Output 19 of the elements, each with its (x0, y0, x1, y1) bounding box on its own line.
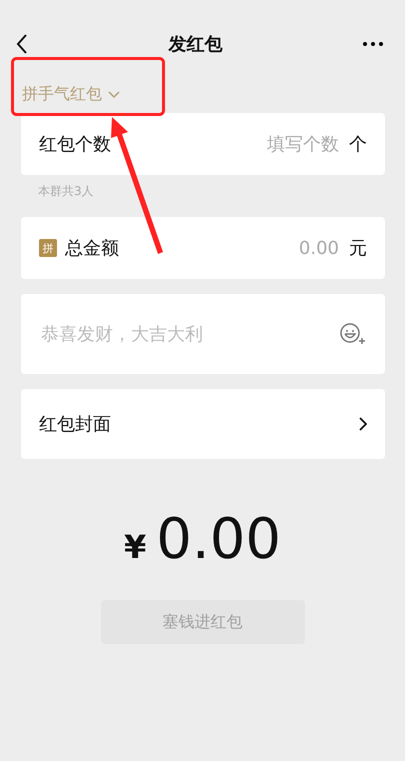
page-title: 发红包 (168, 33, 222, 56)
back-icon[interactable] (16, 34, 28, 54)
chevron-right-icon (359, 417, 367, 431)
count-input[interactable]: 填写个数 (247, 132, 341, 156)
chevron-down-icon (108, 90, 120, 98)
emoji-icon[interactable] (339, 322, 367, 346)
cover-row[interactable]: 红包封面 (21, 389, 385, 459)
packet-type-selector[interactable]: 拼手气红包 (22, 84, 120, 105)
count-unit: 个 (349, 133, 367, 156)
more-icon[interactable] (363, 42, 383, 46)
amount-label: 总金额 (65, 237, 120, 260)
count-label: 红包个数 (39, 133, 112, 156)
total-amount: 0.00 (156, 507, 281, 572)
amount-unit: 元 (349, 237, 367, 260)
lucky-badge: 拼 (39, 239, 57, 257)
currency-symbol: ¥ (124, 528, 146, 566)
group-hint: 本群共3人 (38, 183, 95, 200)
cover-label: 红包封面 (39, 413, 112, 436)
amount-input[interactable]: 0.00 (277, 236, 341, 260)
